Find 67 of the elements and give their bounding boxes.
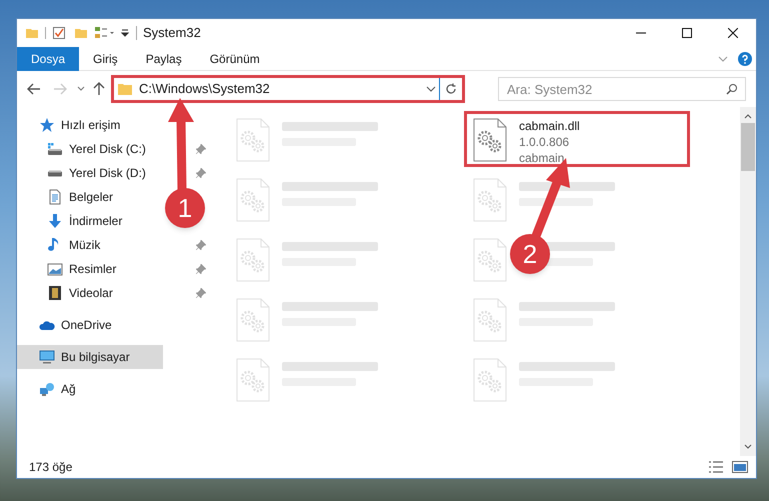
gear-file-icon <box>473 298 507 342</box>
document-icon <box>47 189 63 205</box>
help-icon[interactable] <box>738 52 752 66</box>
properties-icon[interactable] <box>94 26 116 40</box>
computer-icon <box>39 349 55 365</box>
scrollbar-thumb[interactable] <box>741 123 755 171</box>
scrollbar[interactable] <box>740 107 756 456</box>
ribbon-tab[interactable]: Görünüm <box>196 46 274 70</box>
gear-file-icon <box>236 118 270 162</box>
nav-item[interactable]: Yerel Disk (D:) <box>17 161 163 185</box>
nav-item[interactable]: İndirmeler <box>17 209 163 233</box>
file-name: cabmain.dll <box>519 118 580 134</box>
nav-item[interactable]: Resimler <box>17 257 163 281</box>
pin-icon[interactable] <box>196 240 206 250</box>
chevron-down-icon[interactable] <box>744 444 752 450</box>
nav-item[interactable]: Ağ <box>17 377 163 401</box>
dropdown-icon[interactable] <box>120 28 130 38</box>
maximize-icon <box>682 28 692 38</box>
network-icon <box>39 381 55 397</box>
nav-item[interactable]: Videolar <box>17 281 163 305</box>
search-field[interactable]: Ara: System32 <box>498 77 746 101</box>
gear-file-icon <box>236 238 270 282</box>
gear-file-icon <box>473 358 507 402</box>
gear-file-icon <box>236 298 270 342</box>
up-arrow-icon[interactable] <box>93 82 105 96</box>
tiles-view-icon[interactable] <box>732 461 748 473</box>
nav-item[interactable]: Müzik <box>17 233 163 257</box>
nav-item[interactable]: Bu bilgisayar <box>17 345 163 369</box>
ribbon-tab[interactable]: Dosya <box>17 46 80 70</box>
window-title: System32 <box>143 24 201 42</box>
checkmark-icon[interactable] <box>52 26 66 40</box>
pin-icon[interactable] <box>196 264 206 274</box>
details-view-icon[interactable] <box>708 461 724 473</box>
minimize-icon <box>636 32 646 34</box>
nav-item[interactable]: Belgeler <box>17 185 163 209</box>
gear-file-icon <box>236 178 270 222</box>
nav-item[interactable]: OneDrive <box>17 313 163 337</box>
file-detail: 1.0.0.806 <box>519 134 570 150</box>
back-arrow-icon[interactable] <box>27 83 41 95</box>
chevron-up-icon[interactable] <box>744 113 752 119</box>
download-icon <box>47 213 63 229</box>
gear-file-icon <box>473 238 507 282</box>
close-icon <box>728 28 738 38</box>
star-icon <box>39 117 55 133</box>
refresh-icon <box>445 83 457 95</box>
pin-icon[interactable] <box>196 168 206 178</box>
pin-icon[interactable] <box>196 288 206 298</box>
drive-icon <box>47 170 63 176</box>
gear-file-icon <box>473 178 507 222</box>
file-detail: cabmain <box>519 150 566 166</box>
gear-file-icon <box>473 118 507 162</box>
folder-icon <box>117 82 133 96</box>
nav-item[interactable]: Yerel Disk (C:) <box>17 137 163 161</box>
film-icon <box>47 285 63 301</box>
chevron-down-icon[interactable] <box>77 86 85 92</box>
nav-item[interactable]: Hızlı erişim <box>17 113 163 137</box>
address-field[interactable]: C:\Windows\System32 <box>114 78 440 100</box>
gear-file-icon <box>236 358 270 402</box>
file-item[interactable]: cabmain.dll 1.0.0.806 cabmain <box>464 111 690 167</box>
ribbon-tab[interactable]: Paylaş <box>132 46 196 70</box>
chevron-down-icon[interactable] <box>426 86 436 92</box>
drive-icon <box>47 141 63 157</box>
ribbon-tab[interactable]: Giriş <box>79 46 132 70</box>
item-count: 173 öğe <box>29 459 72 476</box>
search-icon <box>726 83 738 95</box>
picture-icon <box>47 261 63 277</box>
pin-icon[interactable] <box>196 144 206 154</box>
